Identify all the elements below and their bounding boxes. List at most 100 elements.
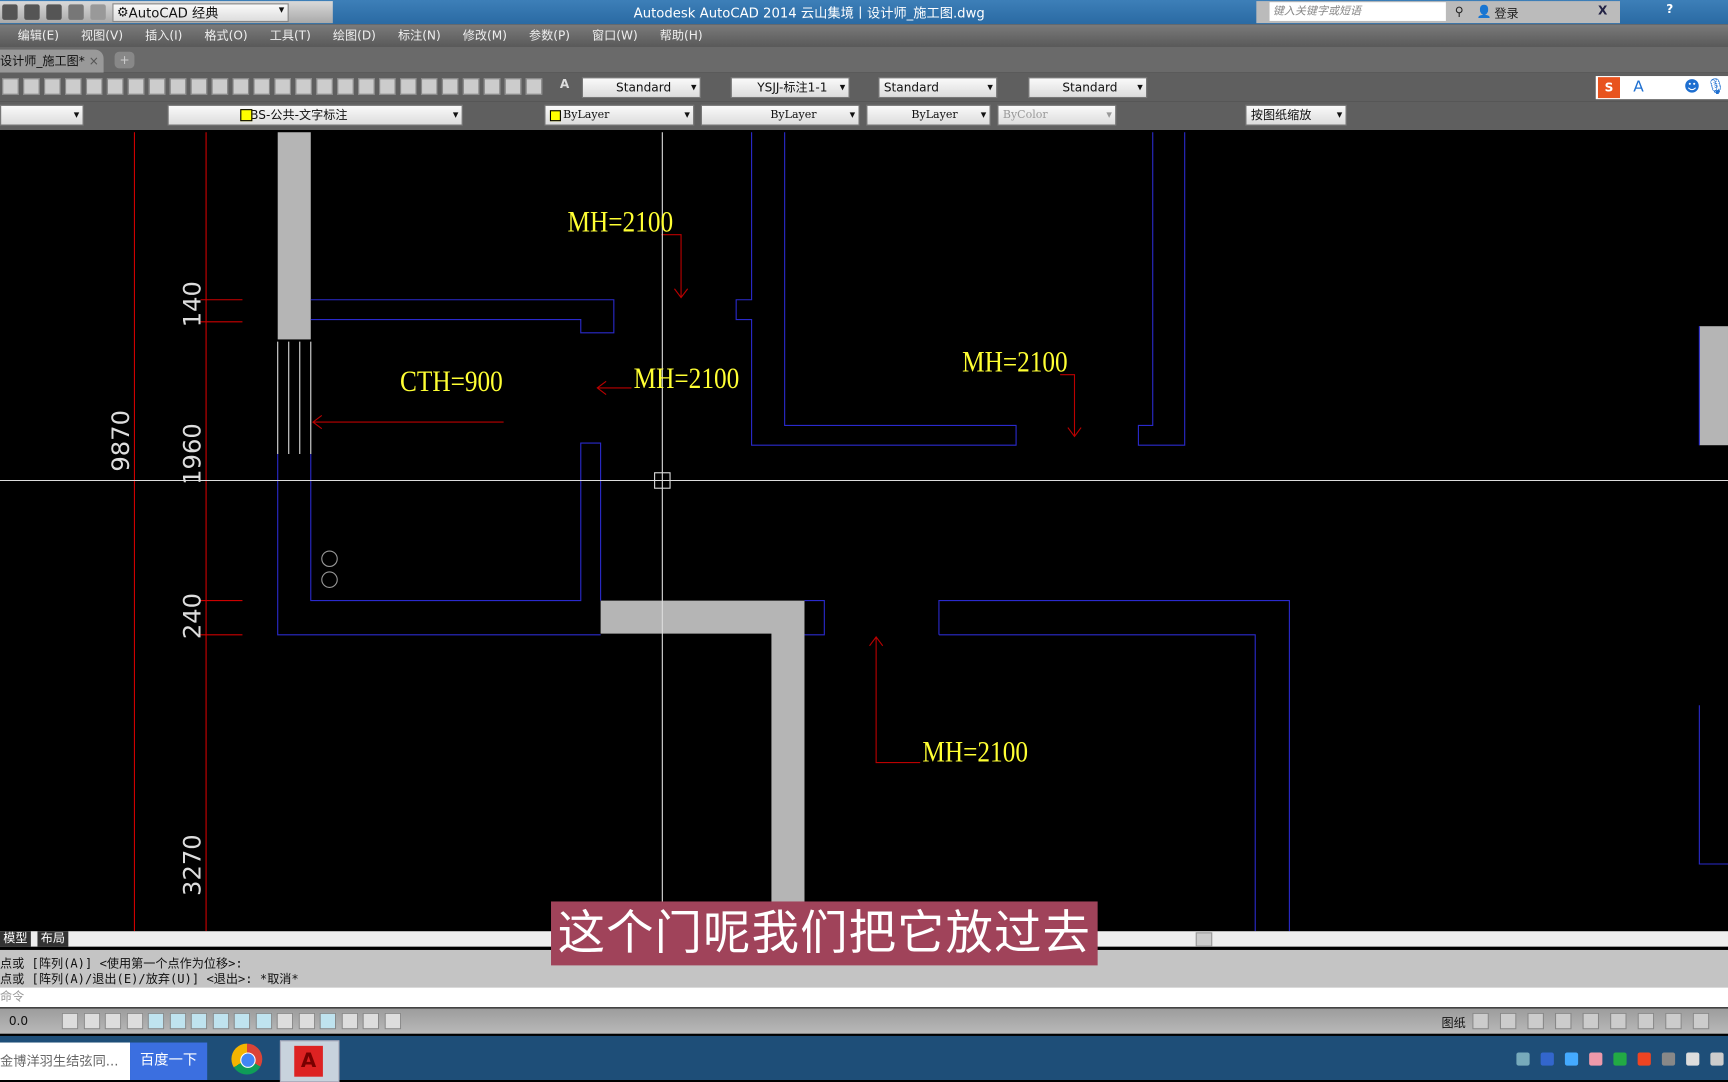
plotstyle-select[interactable]: ByColor xyxy=(997,104,1117,126)
drafting-toggle-icon[interactable] xyxy=(61,1012,79,1030)
toolbar-tool-icon[interactable] xyxy=(441,78,459,95)
horizontal-scrollbar-thumb[interactable] xyxy=(1195,932,1213,947)
baidu-search-button[interactable]: 百度一下 xyxy=(130,1042,208,1080)
login-link[interactable]: 登录 xyxy=(1494,4,1518,22)
lineweight-select[interactable]: ByLayer xyxy=(866,104,991,126)
paper-space-toggle[interactable]: 图纸 xyxy=(1441,1014,1465,1032)
drawing-canvas[interactable]: MH=2100 MH=2100 MH=2100 CTH=900 MH=2100 … xyxy=(0,130,1728,932)
drafting-toggle-icon[interactable] xyxy=(319,1012,337,1030)
status-tool-icon[interactable] xyxy=(1665,1012,1682,1030)
print-icon[interactable] xyxy=(46,4,62,20)
tab-model[interactable]: 模型 xyxy=(0,931,31,947)
save-as-icon[interactable] xyxy=(24,4,40,20)
tray-icon[interactable] xyxy=(1637,1052,1651,1066)
sogou-icon[interactable]: S xyxy=(1597,77,1620,99)
menu-edit[interactable]: 编辑(E) xyxy=(0,26,70,44)
toolbar-tool-icon[interactable] xyxy=(148,78,166,95)
drafting-toggle-icon[interactable] xyxy=(83,1012,100,1030)
drafting-toggle-icon[interactable] xyxy=(190,1012,208,1030)
toolbar-tool-icon[interactable] xyxy=(2,78,19,95)
drafting-toggle-icon[interactable] xyxy=(169,1012,186,1030)
menu-window[interactable]: 窗口(W) xyxy=(581,26,649,44)
layer-state-select[interactable] xyxy=(0,104,84,126)
status-tool-icon[interactable] xyxy=(1499,1012,1517,1030)
close-icon[interactable]: × xyxy=(89,54,99,68)
menu-format[interactable]: 格式(O) xyxy=(193,26,258,44)
toolbar-tool-icon[interactable] xyxy=(106,78,124,95)
drafting-toggle-icon[interactable] xyxy=(212,1012,229,1030)
tray-icon[interactable] xyxy=(1540,1052,1554,1066)
document-tab[interactable]: 设计师_施工图* × xyxy=(0,49,104,73)
toolbar-tool-icon[interactable] xyxy=(358,78,375,95)
tray-icon[interactable] xyxy=(1516,1052,1530,1066)
toolbar-tool-icon[interactable] xyxy=(316,78,333,95)
drafting-toggle-icon[interactable] xyxy=(362,1012,380,1030)
drafting-toggle-icon[interactable] xyxy=(233,1012,251,1030)
emoji-icon[interactable]: ☻ xyxy=(1684,78,1700,96)
microphone-icon[interactable]: 🎙 xyxy=(1706,78,1726,96)
help-icon[interactable]: ? xyxy=(1666,2,1673,16)
status-tool-icon[interactable] xyxy=(1692,1012,1710,1030)
drafting-toggle-icon[interactable] xyxy=(126,1012,143,1030)
toolbar-tool-icon[interactable] xyxy=(23,78,40,95)
toolbar-tool-icon[interactable] xyxy=(462,78,480,95)
drafting-toggle-icon[interactable] xyxy=(104,1012,122,1030)
tray-icon[interactable] xyxy=(1686,1052,1700,1066)
toolbar-tool-icon[interactable] xyxy=(504,78,522,95)
status-tool-icon[interactable] xyxy=(1582,1012,1600,1030)
toolbar-tool-icon[interactable] xyxy=(337,78,354,95)
baidu-search-input[interactable]: 金博洋羽生结弦同... xyxy=(0,1042,131,1080)
menu-draw[interactable]: 绘图(D) xyxy=(322,26,387,44)
toolbar-tool-icon[interactable] xyxy=(65,78,82,95)
autocad-taskbar-button[interactable]: A xyxy=(279,1040,340,1082)
toolbar-tool-icon[interactable] xyxy=(85,78,103,95)
chrome-icon[interactable] xyxy=(231,1043,263,1075)
save-icon[interactable] xyxy=(2,4,18,20)
dim-style-select[interactable]: YSJJ-标注1-1 xyxy=(730,77,850,99)
menu-tools[interactable]: 工具(T) xyxy=(259,26,322,44)
menu-parametric[interactable]: 参数(P) xyxy=(518,26,581,44)
drafting-toggle-icon[interactable] xyxy=(384,1012,401,1030)
annotation-scale-select[interactable]: 按图纸缩放 xyxy=(1245,104,1347,126)
status-tool-icon[interactable] xyxy=(1610,1012,1627,1030)
status-tool-icon[interactable] xyxy=(1472,1012,1489,1030)
binoculars-icon[interactable]: ⚲ xyxy=(1455,4,1464,18)
toolbar-tool-icon[interactable] xyxy=(400,78,417,95)
toolbar-tool-icon[interactable] xyxy=(190,78,208,95)
menu-dimension[interactable]: 标注(N) xyxy=(387,26,452,44)
menu-insert[interactable]: 插入(I) xyxy=(134,26,193,44)
toolbar-tool-icon[interactable] xyxy=(127,78,145,95)
undo-icon[interactable] xyxy=(68,4,84,20)
toolbar-tool-icon[interactable] xyxy=(44,78,61,95)
toolbar-tool-icon[interactable] xyxy=(379,78,396,95)
redo-icon[interactable] xyxy=(90,4,106,20)
menu-help[interactable]: 帮助(H) xyxy=(649,26,714,44)
text-style-select[interactable]: Standard xyxy=(581,77,701,99)
tray-icon[interactable] xyxy=(1710,1052,1724,1066)
status-tool-icon[interactable] xyxy=(1527,1012,1544,1030)
user-icon[interactable]: 👤 xyxy=(1477,4,1492,18)
mleader-style-select[interactable]: Standard xyxy=(1028,77,1148,99)
tray-icon[interactable] xyxy=(1564,1052,1579,1066)
search-input[interactable]: 键入关键字或短语 xyxy=(1269,2,1446,21)
drafting-toggle-icon[interactable] xyxy=(276,1012,294,1030)
table-style-select[interactable]: Standard xyxy=(878,77,998,99)
menu-modify[interactable]: 修改(M) xyxy=(452,26,518,44)
drafting-toggle-icon[interactable] xyxy=(255,1012,272,1030)
tray-icon[interactable] xyxy=(1661,1052,1676,1066)
layer-select[interactable]: BS-公共-文字标注 xyxy=(167,104,463,126)
toolbar-tool-icon[interactable] xyxy=(420,78,438,95)
drafting-toggle-icon[interactable] xyxy=(298,1012,315,1030)
toolbar-tool-icon[interactable] xyxy=(232,78,250,95)
tray-icon[interactable] xyxy=(1613,1052,1627,1066)
toolbar-tool-icon[interactable] xyxy=(525,78,543,95)
new-tab-button[interactable]: + xyxy=(114,51,135,69)
toolbar-tool-icon[interactable] xyxy=(274,78,291,95)
tray-icon[interactable] xyxy=(1589,1052,1603,1066)
ime-mode-icon[interactable]: A xyxy=(1633,78,1644,96)
tab-layout[interactable]: 布局 xyxy=(37,931,69,947)
workspace-select[interactable]: ⚙ AutoCAD 经典 xyxy=(112,2,289,22)
toolbar-tool-icon[interactable] xyxy=(169,78,187,95)
drafting-toggle-icon[interactable] xyxy=(147,1012,165,1030)
menu-view[interactable]: 视图(V) xyxy=(70,26,134,44)
